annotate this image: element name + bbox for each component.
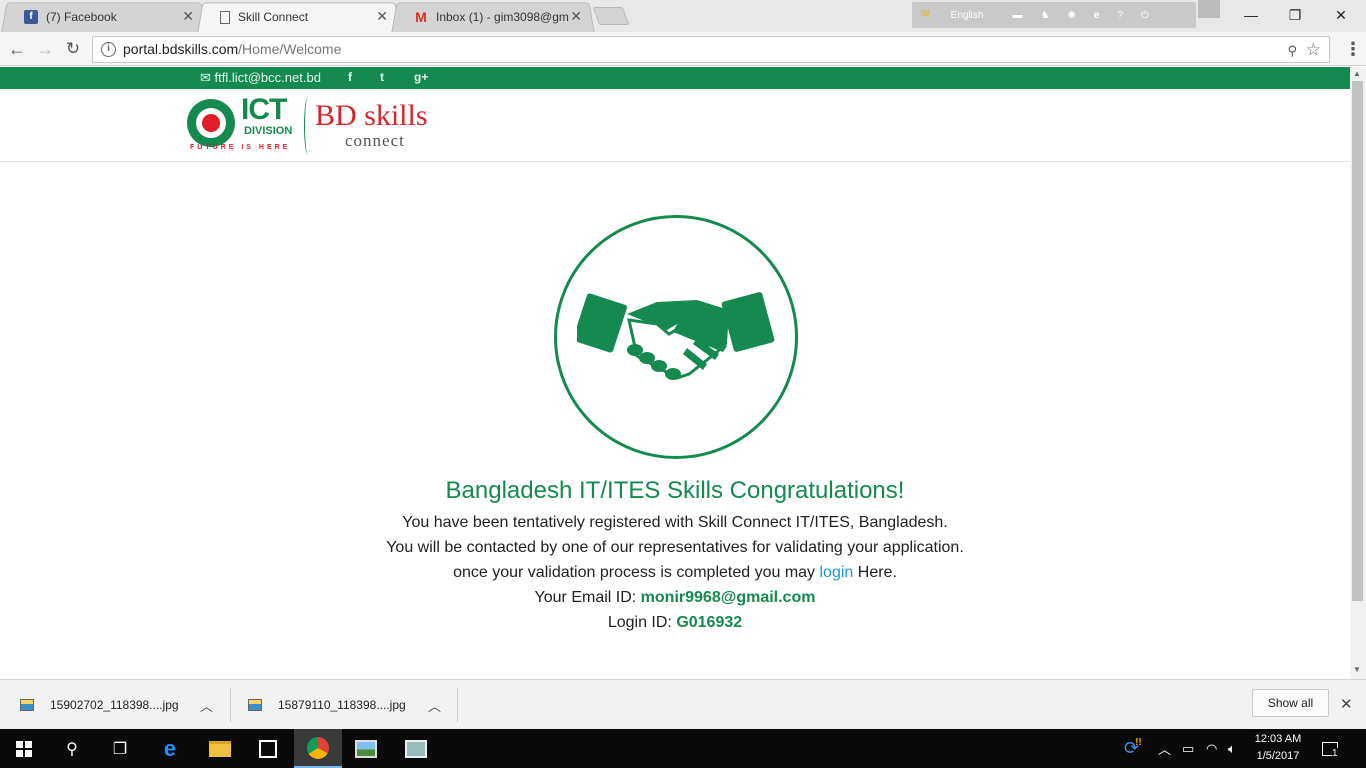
download-item[interactable]: 15879110_118398....jpg (248, 680, 406, 730)
image-file-icon (20, 699, 34, 711)
browser-titlebar: f (7) Facebook ✕ Skill Connect ✕ M Inbox… (0, 0, 1366, 33)
tab-title: Inbox (1) - gim3098@gm (436, 10, 569, 24)
handshake-icon (577, 292, 775, 380)
minimize-button[interactable]: — (1228, 0, 1274, 30)
scrollbar-thumb[interactable] (1352, 81, 1363, 601)
download-filename: 15879110_118398....jpg (278, 698, 406, 712)
message-line-1: You have been tentatively registered wit… (402, 514, 948, 531)
ie-icon[interactable]: e (1094, 10, 1100, 21)
windows-start-icon[interactable] (0, 729, 48, 768)
download-separator (457, 688, 458, 722)
twitter-icon[interactable]: t (380, 70, 384, 84)
power-icon[interactable]: ⏻ (1141, 10, 1149, 21)
chevron-up-icon[interactable]: ︿ (1158, 729, 1171, 768)
scroll-up-icon[interactable]: ▲ (1353, 69, 1361, 78)
battery-icon[interactable]: ▭ (1182, 729, 1194, 768)
tab-skill-connect[interactable]: Skill Connect ✕ (197, 2, 401, 33)
close-window-button[interactable]: ✕ (1318, 0, 1364, 30)
reload-icon[interactable]: ↻ (62, 38, 84, 60)
logo-connect: connect (345, 131, 405, 150)
search-icon[interactable]: ⚲ (48, 729, 96, 768)
facebook-icon[interactable]: f (348, 70, 352, 84)
bookmark-star-icon[interactable]: ☆ (1306, 37, 1321, 62)
bangladesh-emblem-icon (187, 99, 235, 147)
chess-icon[interactable]: ♞ (1040, 10, 1049, 21)
download-menu-button[interactable]: ︿ (428, 680, 448, 730)
tab-title: Skill Connect (238, 10, 309, 24)
login-link[interactable]: login (820, 564, 854, 581)
menu-icon[interactable]: ⋮ (1343, 40, 1363, 60)
close-icon[interactable]: ✕ (376, 9, 388, 23)
back-icon[interactable]: ← (6, 38, 28, 60)
page-icon (220, 10, 230, 24)
ime-language[interactable]: English (951, 10, 984, 21)
download-separator (230, 688, 231, 722)
email-value: monir9968@gmail.com (640, 589, 816, 606)
contact-email[interactable]: ✉ ftfl.lict@bcc.net.bd (200, 70, 321, 86)
scroll-down-icon[interactable]: ▼ (1353, 665, 1361, 674)
edge-icon[interactable]: e (146, 729, 194, 768)
wifi-icon[interactable]: ◠ (1206, 729, 1217, 768)
logo-divider (304, 97, 312, 155)
url-text[interactable]: portal.bdskills.com/Home/Welcome (123, 37, 341, 62)
message-line-2: You will be contacted by one of our repr… (386, 539, 964, 556)
email-id-line: Your Email ID: monir9968@gmail.com (534, 589, 816, 606)
photos-icon[interactable] (342, 729, 390, 768)
page-scrollbar[interactable]: ▲ ▼ (1350, 67, 1366, 679)
download-menu-button[interactable]: ︿ (200, 680, 220, 730)
download-shelf: 15902702_118398....jpg ︿ 15879110_118398… (0, 679, 1366, 729)
facebook-icon: f (24, 10, 38, 24)
login-id-line: Login ID: G016932 (607, 614, 743, 631)
gmail-icon: M (415, 9, 427, 25)
logo-bdskills[interactable]: BD skills (315, 99, 428, 133)
top-contact-bar: ✉ ftfl.lict@bcc.net.bd f t g+ (0, 67, 1350, 89)
new-tab-button[interactable] (592, 7, 630, 25)
system-clock[interactable]: 12:03 AM 1/5/2017 (1252, 731, 1304, 765)
close-icon[interactable]: ✕ (1340, 695, 1353, 713)
browser-toolbar: ← → ↻ i portal.bdskills.com/Home/Welcome… (0, 32, 1366, 66)
close-icon[interactable]: ✕ (570, 9, 582, 23)
tab-gmail[interactable]: M Inbox (1) - gim3098@gm ✕ (391, 2, 595, 33)
windows-taskbar: ⚲ ❐ e ⟳!! ︿ ▭ ◠ 🔈︎ 12:03 AM 1/5/2017 1 (0, 729, 1366, 768)
show-all-button[interactable]: Show all (1252, 689, 1329, 717)
profile-icon[interactable] (1198, 0, 1220, 18)
bangla-keyboard-icon[interactable]: অ (921, 7, 930, 24)
ime-toolbar: অ English ▬ ♞ ✺ e ? ⏻ (912, 2, 1196, 28)
help-icon[interactable]: ? (1117, 10, 1123, 21)
update-alert-icon[interactable]: ⟳!! (1124, 729, 1142, 768)
download-filename: 15902702_118398....jpg (50, 698, 179, 712)
close-icon[interactable]: ✕ (182, 9, 194, 23)
download-item[interactable]: 15902702_118398....jpg (20, 680, 179, 730)
login-id-value: G016932 (676, 614, 743, 631)
volume-icon[interactable]: 🔈︎ (1228, 729, 1236, 768)
chevron-up-icon: ︿ (200, 698, 214, 714)
page-viewport: ✉ ftfl.lict@bcc.net.bd f t g+ ICT DIVISI… (0, 67, 1350, 679)
logo-ict[interactable]: ICT (241, 95, 287, 125)
message-line-3: once your validation process is complete… (453, 564, 897, 581)
logo-division: DIVISION (244, 125, 293, 137)
chrome-icon[interactable] (294, 729, 342, 768)
handshake-badge (554, 215, 798, 459)
notifications-icon[interactable]: 1 (1322, 729, 1338, 768)
logo-tagline: FUTURE IS HERE (190, 144, 291, 151)
tab-title: (7) Facebook (46, 10, 117, 24)
info-icon[interactable]: i (101, 42, 116, 57)
google-plus-icon[interactable]: g+ (414, 70, 428, 84)
settings-icon[interactable]: ✺ (1067, 10, 1075, 21)
chevron-up-icon: ︿ (428, 698, 442, 714)
image-file-icon (248, 699, 262, 711)
file-explorer-icon[interactable] (196, 729, 244, 768)
site-header: ICT DIVISION FUTURE IS HERE BD skills co… (0, 89, 1350, 162)
address-bar[interactable]: i portal.bdskills.com/Home/Welcome ⚲ ☆ (92, 36, 1330, 63)
tab-facebook[interactable]: f (7) Facebook ✕ (1, 2, 207, 33)
image-viewer-icon[interactable] (392, 729, 440, 768)
congrats-heading: Bangladesh IT/ITES Skills Congratulation… (445, 477, 905, 504)
key-icon[interactable]: ⚲ (1287, 38, 1297, 63)
store-icon[interactable] (244, 729, 292, 768)
keyboard-icon[interactable]: ▬ (1012, 10, 1022, 21)
task-view-icon[interactable]: ❐ (96, 729, 144, 768)
forward-icon[interactable]: → (34, 38, 56, 60)
restore-button[interactable]: ❐ (1272, 0, 1318, 30)
